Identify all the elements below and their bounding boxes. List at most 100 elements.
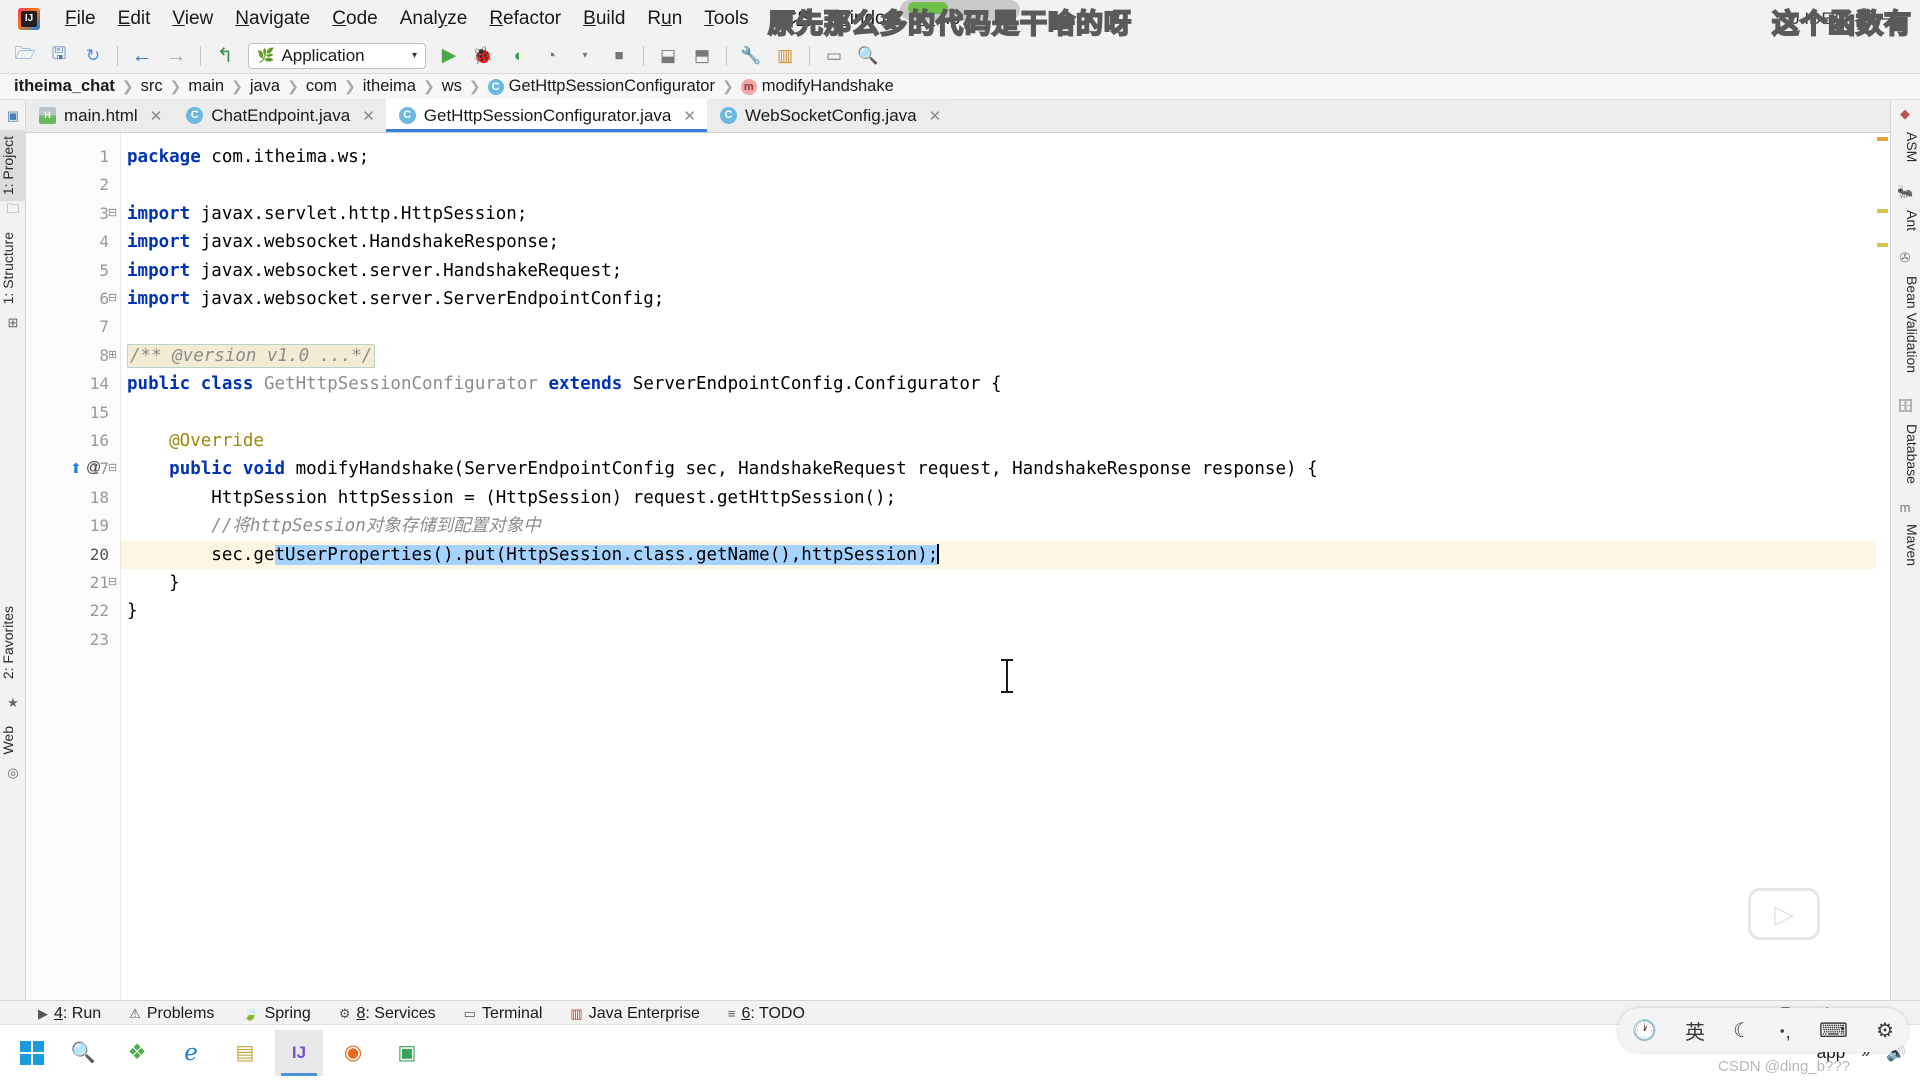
- keyboard-icon[interactable]: ⌨: [1819, 1018, 1848, 1043]
- taskbar-intellij-idea-icon[interactable]: IJ: [275, 1030, 323, 1076]
- editor-gutter[interactable]: 123⊟456⊟78⊞14151617⊟⬆@18192021⊟2223: [26, 133, 121, 1000]
- code-content[interactable]: package com.itheima.ws;import javax.serv…: [121, 133, 1890, 1000]
- update-application-icon[interactable]: ⬓: [653, 42, 683, 70]
- profiler-icon[interactable]: ◔: [536, 42, 566, 70]
- project-structure-icon[interactable]: ▥: [770, 42, 800, 70]
- revert-icon[interactable]: ↰: [210, 42, 240, 70]
- tab-chatendpoint-java[interactable]: C ChatEndpoint.java ✕: [173, 99, 386, 132]
- code-fold-toggle-icon[interactable]: ⊟: [106, 293, 119, 306]
- menu-window[interactable]: Window: [821, 6, 911, 32]
- override-method-gutter-icon[interactable]: ⬆: [70, 460, 82, 477]
- sidebar-item-web[interactable]: Web: [0, 720, 26, 761]
- sidebar-item-structure[interactable]: 1: Structure: [0, 226, 26, 310]
- folded-javadoc-comment[interactable]: /** @version v1.0 ...*/: [127, 344, 375, 368]
- code-line[interactable]: }: [121, 569, 1890, 597]
- back-arrow-icon[interactable]: ←: [127, 42, 157, 70]
- menu-run[interactable]: Run: [636, 6, 693, 32]
- breadcrumb-item-itheima[interactable]: itheima: [363, 77, 416, 96]
- code-fold-toggle-icon[interactable]: ⊟: [106, 208, 119, 221]
- clock-icon[interactable]: 🕐: [1632, 1018, 1657, 1043]
- sidebar-item-maven[interactable]: Maven: [1890, 518, 1920, 572]
- marker-warning[interactable]: [1877, 137, 1888, 141]
- breadcrumb-item-com[interactable]: com: [306, 77, 337, 96]
- toolwindow-run[interactable]: ▶4: Run: [38, 1005, 101, 1023]
- menu-vcs[interactable]: VCS: [760, 6, 821, 32]
- sidebar-item-project[interactable]: 1: Project: [0, 130, 26, 201]
- sidebar-item-ant[interactable]: Ant: [1890, 204, 1920, 237]
- code-line[interactable]: import javax.websocket.HandshakeResponse…: [121, 228, 1890, 256]
- run-icon[interactable]: ▶: [434, 42, 464, 70]
- toolwindow-java-enterprise[interactable]: ▥Java Enterprise: [570, 1005, 699, 1023]
- taskbar-edge-icon[interactable]: ℯ: [167, 1030, 215, 1076]
- ime-language-indicator[interactable]: 英: [1685, 1016, 1705, 1045]
- forward-arrow-icon[interactable]: →: [161, 42, 191, 70]
- menu-file[interactable]: File: [54, 6, 107, 32]
- sidebar-item-favorites[interactable]: 2: Favorites: [0, 600, 26, 685]
- code-fold-toggle-icon[interactable]: ⊟: [106, 577, 119, 590]
- toolwindow-terminal[interactable]: ▭Terminal: [464, 1005, 543, 1023]
- database-icon[interactable]: 🗄: [1897, 398, 1913, 414]
- taskbar-other-app-icon[interactable]: ▣: [383, 1030, 431, 1076]
- menu-analyze[interactable]: Analyze: [389, 6, 479, 32]
- code-line[interactable]: /** @version v1.0 ...*/: [121, 342, 1890, 370]
- marker-todo-1[interactable]: [1877, 209, 1888, 213]
- toolwindow-problems[interactable]: ⚠Problems: [129, 1005, 214, 1023]
- menu-code[interactable]: Code: [321, 6, 388, 32]
- breadcrumb-item-class[interactable]: CGetHttpSessionConfigurator: [488, 77, 715, 96]
- taskbar-firefox-icon[interactable]: ◉: [329, 1030, 377, 1076]
- code-line[interactable]: HttpSession httpSession = (HttpSession) …: [121, 484, 1890, 512]
- stop-icon[interactable]: ■: [604, 42, 634, 70]
- taskbar-task-view-icon[interactable]: ❖: [113, 1030, 161, 1076]
- code-fold-toggle-icon[interactable]: ⊟: [106, 463, 119, 476]
- open-folder-icon[interactable]: 🗁: [10, 42, 40, 70]
- code-line[interactable]: public class GetHttpSessionConfigurator …: [121, 370, 1890, 398]
- bean-validation-icon[interactable]: ✇: [1897, 250, 1913, 266]
- ime-settings-icon[interactable]: ⚙: [1876, 1018, 1894, 1043]
- error-marker-strip[interactable]: [1876, 133, 1890, 1000]
- profiler-dropdown-icon[interactable]: ▾: [570, 42, 600, 70]
- code-line[interactable]: //将httpSession对象存储到配置对象中: [121, 512, 1890, 540]
- breadcrumb-item-java[interactable]: java: [250, 77, 280, 96]
- sync-icon[interactable]: ↻: [78, 42, 108, 70]
- layout-icon[interactable]: ▭: [819, 42, 849, 70]
- tab-gethttpsessionconfigurator-java[interactable]: C GetHttpSessionConfigurator.java ✕: [386, 99, 707, 132]
- punctuation-icon[interactable]: ꞏ,: [1779, 1017, 1791, 1044]
- code-line[interactable]: [121, 626, 1890, 654]
- code-line[interactable]: public void modifyHandshake(ServerEndpoi…: [121, 455, 1890, 483]
- taskbar-search-icon[interactable]: 🔍: [59, 1030, 107, 1076]
- toolwindow-services[interactable]: ⚙8: Services: [339, 1005, 436, 1023]
- debug-icon[interactable]: 🐞: [468, 42, 498, 70]
- maven-icon[interactable]: m: [1897, 500, 1913, 516]
- tab-main-html[interactable]: H main.html ✕: [26, 99, 173, 132]
- asm-icon[interactable]: ◆: [1897, 106, 1913, 122]
- close-icon[interactable]: ✕: [929, 107, 942, 125]
- run-configuration-selector[interactable]: 🌿 Application ▾: [248, 43, 426, 69]
- code-line[interactable]: [121, 171, 1890, 199]
- breadcrumb-item-ws[interactable]: ws: [442, 77, 462, 96]
- breadcrumb-item-method[interactable]: mmodifyHandshake: [741, 77, 894, 96]
- annotation-gutter-icon[interactable]: @: [86, 459, 101, 476]
- menu-build[interactable]: Build: [572, 6, 636, 32]
- menu-view[interactable]: View: [161, 6, 224, 32]
- run-with-coverage-icon[interactable]: ◖: [502, 42, 532, 70]
- code-editor[interactable]: 123⊟456⊟78⊞14151617⊟⬆@18192021⊟2223 pack…: [26, 133, 1890, 1000]
- toolwindow-todo[interactable]: ≡6: TODO: [728, 1005, 805, 1023]
- menu-refactor[interactable]: Refactor: [478, 6, 572, 32]
- settings-icon[interactable]: 🔧: [736, 42, 766, 70]
- menu-edit[interactable]: Edit: [107, 6, 162, 32]
- web-globe-icon[interactable]: ◎: [5, 765, 21, 781]
- sidebar-item-database[interactable]: Database: [1890, 418, 1920, 490]
- breadcrumb-item-main[interactable]: main: [188, 77, 224, 96]
- taskbar-file-explorer-icon[interactable]: ▤: [221, 1030, 269, 1076]
- structure-folder-icon[interactable]: 🗀: [5, 200, 21, 216]
- sidebar-item-asm[interactable]: ASM: [1890, 126, 1920, 168]
- code-line[interactable]: @Override: [121, 427, 1890, 455]
- sidebar-item-bean-validation[interactable]: Bean Validation: [1890, 270, 1920, 379]
- code-line[interactable]: import javax.servlet.http.HttpSession;: [121, 200, 1890, 228]
- menu-navigate[interactable]: Navigate: [224, 6, 321, 32]
- ant-icon[interactable]: 🐜: [1897, 184, 1913, 200]
- deploy-icon[interactable]: ⬒: [687, 42, 717, 70]
- windows-start-icon[interactable]: [8, 1032, 56, 1074]
- code-line[interactable]: import javax.websocket.server.HandshakeR…: [121, 257, 1890, 285]
- close-icon[interactable]: ✕: [683, 107, 696, 125]
